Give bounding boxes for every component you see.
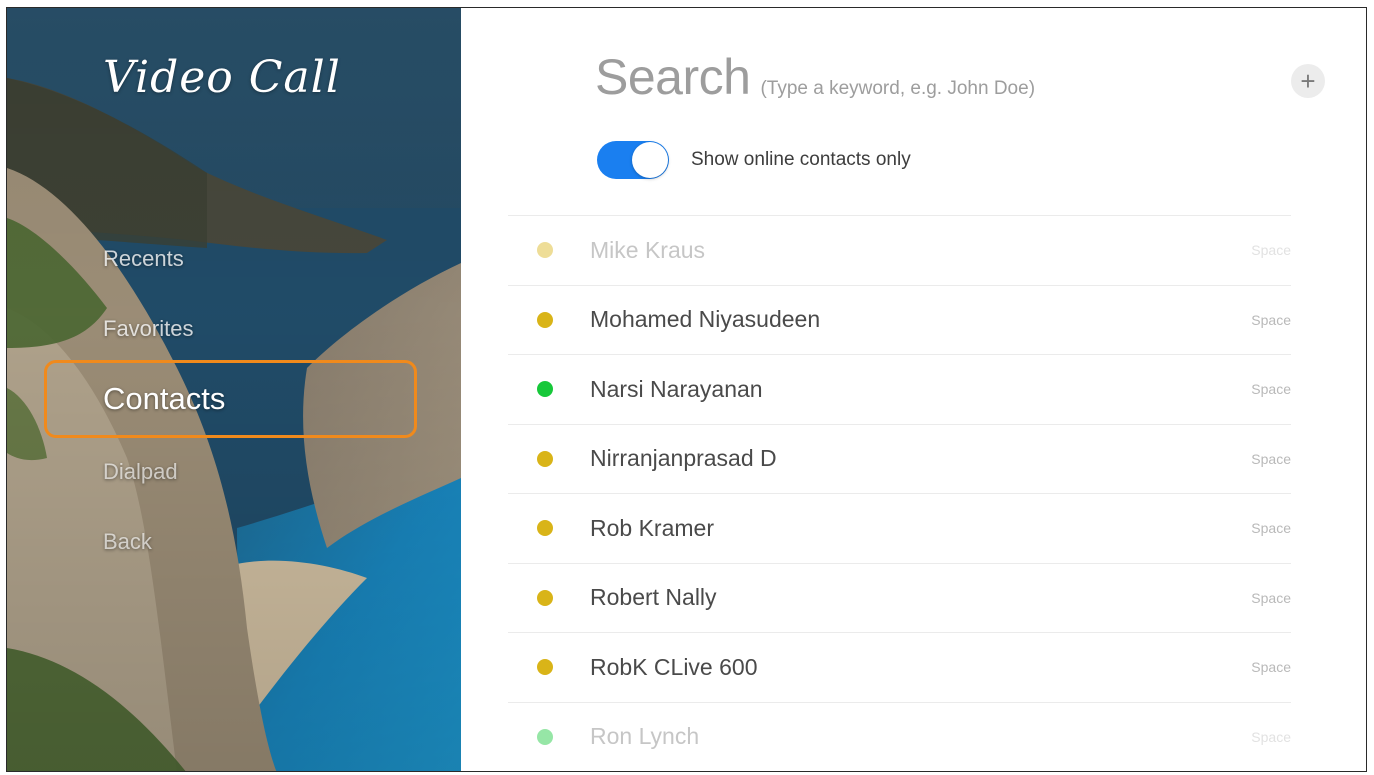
contact-name: Narsi Narayanan — [590, 375, 763, 402]
nav-item-dialpad[interactable]: Dialpad — [103, 459, 178, 485]
status-away-icon — [537, 242, 553, 259]
status-away-icon — [537, 450, 553, 467]
contact-tag: Space — [1251, 450, 1291, 467]
online-only-toggle[interactable] — [597, 141, 669, 179]
status-online-icon — [537, 728, 553, 745]
contact-tag: Space — [1251, 242, 1291, 259]
contact-row[interactable]: Rob Kramer Space — [508, 493, 1291, 563]
contact-tag: Space — [1251, 589, 1291, 606]
online-filter: Show online contacts only — [597, 141, 911, 179]
contact-row[interactable]: RobK CLive 600 Space — [508, 632, 1291, 702]
contact-row[interactable]: Narsi Narayanan Space — [508, 354, 1291, 424]
status-away-icon — [537, 589, 553, 606]
contacts-panel: Search (Type a keyword, e.g. John Doe) +… — [461, 8, 1366, 771]
contact-row[interactable]: Ron Lynch Space — [508, 701, 1291, 772]
contact-row[interactable]: Mike Kraus Space — [508, 215, 1291, 285]
contact-row[interactable]: Nirranjanprasad D Space — [508, 423, 1291, 494]
contact-tag: Space — [1251, 381, 1291, 398]
status-online-icon — [537, 381, 553, 398]
contact-name: Rob Kramer — [590, 514, 714, 541]
add-contact-button[interactable]: + — [1291, 64, 1325, 98]
status-away-icon — [537, 311, 553, 328]
contact-name: Ron Lynch — [590, 723, 700, 750]
app-window: Video Call Recents Favorites Contacts Di… — [6, 7, 1367, 772]
online-only-label: Show online contacts only — [691, 149, 911, 170]
search-label[interactable]: Search — [595, 48, 751, 106]
toggle-knob — [632, 142, 668, 178]
contact-name: Mohamed Niyasudeen — [590, 306, 821, 333]
search-field[interactable]: Search (Type a keyword, e.g. John Doe) — [595, 48, 1035, 106]
nav-item-contacts[interactable]: Contacts — [44, 360, 417, 438]
contact-row[interactable]: Robert Nally Space — [508, 562, 1291, 633]
plus-icon: + — [1300, 66, 1316, 96]
contact-tag: Space — [1251, 311, 1291, 328]
nav-item-recents[interactable]: Recents — [103, 246, 184, 272]
contact-name: Robert Nally — [590, 584, 717, 611]
nav-item-back[interactable]: Back — [103, 529, 152, 555]
side-panel: Video Call Recents Favorites Contacts Di… — [7, 8, 461, 771]
status-away-icon — [537, 520, 553, 537]
status-away-icon — [537, 659, 553, 676]
contact-name: RobK CLive 600 — [590, 653, 758, 680]
nav-item-favorites[interactable]: Favorites — [103, 316, 193, 342]
app-title: Video Call — [103, 52, 341, 103]
contact-name: Nirranjanprasad D — [590, 445, 777, 472]
contact-name: Mike Kraus — [590, 236, 706, 263]
contact-list: Mike Kraus Space Mohamed Niyasudeen Spac… — [508, 215, 1291, 771]
contact-tag: Space — [1251, 659, 1291, 676]
search-hint[interactable]: (Type a keyword, e.g. John Doe) — [760, 78, 1035, 100]
contact-tag: Space — [1251, 520, 1291, 537]
contact-tag: Space — [1251, 728, 1291, 745]
contact-row[interactable]: Mohamed Niyasudeen Space — [508, 284, 1291, 355]
